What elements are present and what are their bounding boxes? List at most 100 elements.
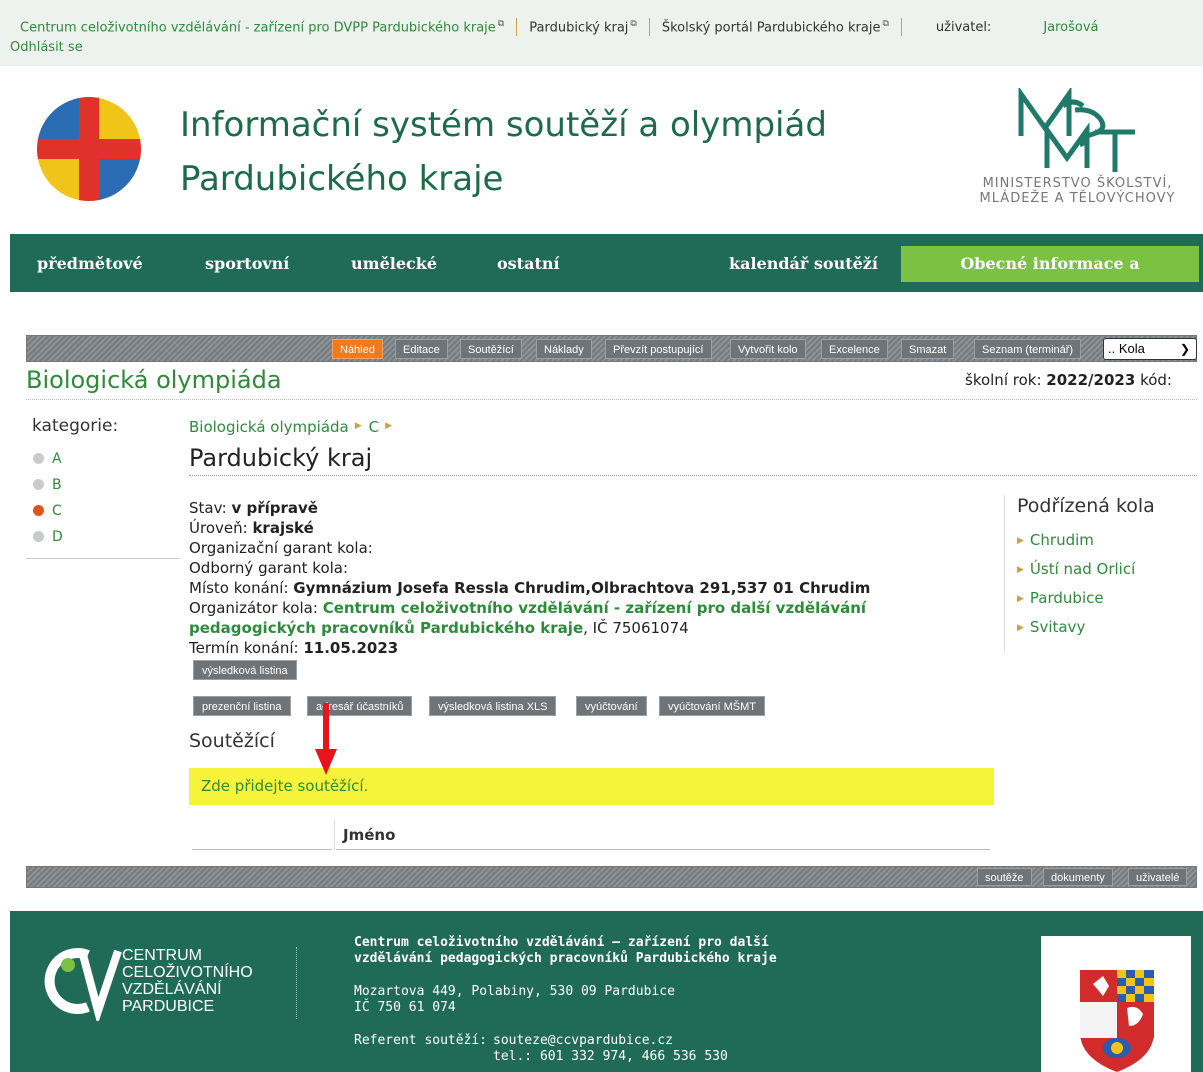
footer-email[interactable]: souteze@ccvpardubice.cz bbox=[493, 1033, 728, 1049]
caret-right-icon: ▶ bbox=[354, 421, 362, 431]
category-item-label: D bbox=[52, 529, 63, 545]
termin-value: 11.05.2023 bbox=[303, 639, 399, 657]
table-column-divider bbox=[334, 820, 335, 850]
divider bbox=[189, 475, 1197, 476]
tab-smazat[interactable]: Smazat bbox=[901, 339, 955, 359]
subround-pardubice[interactable]: ▶ Pardubice bbox=[1017, 589, 1104, 607]
caret-right-icon: ▶ bbox=[1017, 536, 1024, 546]
tab-naklady[interactable]: Náklady bbox=[536, 339, 592, 359]
category-item-a[interactable]: A bbox=[33, 451, 62, 467]
pardubice-region-logo[interactable] bbox=[37, 97, 141, 201]
link-pardubicky-kraj[interactable]: Pardubický kraj ⧉ bbox=[529, 19, 637, 35]
chevron-down-icon: ❯ bbox=[1179, 342, 1190, 356]
dokumenty-button[interactable]: dokumenty bbox=[1043, 868, 1113, 886]
nav-umelecke[interactable]: umělecké bbox=[351, 254, 437, 273]
ccv-logo-text: CENTRUM CELOŽIVOTNÍHO VZDĚLÁVÁNÍ PARDUBI… bbox=[122, 947, 253, 1015]
link-ccv-label: Centrum celoživotního vzdělávání - zaříz… bbox=[20, 20, 496, 36]
subround-svitavy[interactable]: ▶ Svitavy bbox=[1017, 618, 1085, 636]
ccv-logo[interactable]: CENTRUM CELOŽIVOTNÍHO VZDĚLÁVÁNÍ PARDUBI… bbox=[42, 941, 282, 1025]
add-competitors-notice: Zde přidejte soutěžící. bbox=[189, 768, 994, 805]
nav-kalendar[interactable]: kalendář soutěží bbox=[729, 254, 878, 273]
table-header-line bbox=[192, 849, 332, 850]
vysledkova-listina-xls-button[interactable]: výsledková listina XLS bbox=[429, 696, 557, 716]
tab-soutezici[interactable]: Soutěžící bbox=[460, 339, 522, 359]
souteze-button[interactable]: soutěže bbox=[977, 868, 1032, 886]
top-links: Centrum celoživotního vzdělávání - zaříz… bbox=[20, 18, 1099, 36]
organizator-label: Organizátor kola: bbox=[189, 599, 318, 617]
prezencni-listina-button[interactable]: prezenční listina bbox=[193, 696, 291, 716]
user-label: uživatel: bbox=[935, 19, 992, 35]
divider bbox=[516, 18, 518, 36]
link-ccv[interactable]: Centrum celoživotního vzdělávání - zaříz… bbox=[20, 19, 504, 35]
bottom-toolbar: soutěže dokumenty uživatelé bbox=[26, 866, 1197, 888]
bullet-icon bbox=[33, 531, 44, 542]
vyuctovani-msmt-button[interactable]: vyúčtování MŠMT bbox=[659, 696, 766, 716]
misto-row: Místo konání: Gymnázium Josefa Ressla Ch… bbox=[189, 578, 979, 598]
logout-link[interactable]: Odhlásit se bbox=[10, 40, 83, 55]
footer-referent-contact: souteze@ccvpardubice.cz tel.: 601 332 97… bbox=[493, 1033, 728, 1065]
subrounds-heading: Podřízená kola bbox=[1017, 495, 1155, 517]
kola-select[interactable]: .. Kola ❯ bbox=[1103, 338, 1197, 360]
nav-ostatni[interactable]: ostatní bbox=[497, 254, 560, 273]
breadcrumb-subject[interactable]: Biologická olympiáda bbox=[189, 418, 349, 436]
subrounds-panel: Podřízená kola ▶ Chrudim ▶ Ústí nad Orlicí… bbox=[1004, 495, 1203, 653]
site-title-line1: Informační systém soutěží a olympiád bbox=[180, 105, 827, 145]
column-header-jmeno[interactable]: Jméno bbox=[343, 826, 395, 844]
tab-nahled[interactable]: Náhled bbox=[332, 339, 383, 359]
subround-label: Pardubice bbox=[1029, 589, 1104, 607]
termin-row: Termín konání: 11.05.2023 bbox=[189, 638, 979, 658]
vysledkova-listina-button[interactable]: výsledková listina bbox=[193, 660, 297, 680]
tab-seznam-terminar[interactable]: Seznam (terminář) bbox=[974, 339, 1082, 359]
divider bbox=[296, 947, 297, 1019]
uzivatele-button[interactable]: uživatelé bbox=[1128, 868, 1188, 886]
category-item-c[interactable]: C bbox=[33, 503, 62, 519]
external-link-icon: ⧉ bbox=[630, 18, 637, 29]
link-skolsky-portal[interactable]: Školský portál Pardubického kraje ⧉ bbox=[662, 19, 889, 35]
subround-chrudim[interactable]: ▶ Chrudim bbox=[1017, 531, 1094, 549]
coat-of-arms-logo[interactable] bbox=[1041, 936, 1191, 1072]
external-link-icon: ⧉ bbox=[497, 18, 505, 29]
tab-excelence[interactable]: Excelence bbox=[821, 339, 888, 359]
nav-obecne-informace[interactable]: Obecné informace a aktuality bbox=[901, 246, 1199, 309]
tab-vytvorit-kolo[interactable]: Vytvořit kolo bbox=[730, 339, 806, 359]
footer-referent-label: Referent soutěží: bbox=[354, 1033, 488, 1048]
stav-value: v přípravě bbox=[231, 499, 318, 517]
tab-prevzit-postupujici[interactable]: Převzít postupující bbox=[605, 339, 712, 359]
misto-label: Místo konání: bbox=[189, 579, 289, 597]
divider bbox=[900, 18, 902, 36]
site-title-line2: Pardubického kraje bbox=[180, 159, 504, 199]
category-item-d[interactable]: D bbox=[33, 529, 63, 545]
subround-label: Chrudim bbox=[1029, 531, 1094, 549]
link-portal-label: Školský portál Pardubického kraje bbox=[661, 20, 881, 36]
vyuctovani-button[interactable]: vyúčtování bbox=[576, 696, 647, 716]
category-item-b[interactable]: B bbox=[33, 477, 62, 493]
add-competitors-link[interactable]: Zde přidejte soutěžící. bbox=[201, 777, 368, 795]
msmt-logo[interactable]: MINISTERSTVO ŠKOLSTVÍ, MLÁDEŽE A TĚLOVÝC… bbox=[955, 86, 1200, 213]
termin-label: Termín konání: bbox=[189, 639, 299, 657]
table-header-line bbox=[336, 849, 990, 850]
school-year: školní rok: 2022/2023 kód: bbox=[965, 371, 1172, 389]
uroven-value: krajské bbox=[252, 519, 314, 537]
caret-right-icon: ▶ bbox=[1017, 623, 1024, 633]
divider bbox=[26, 558, 180, 559]
footer-address: Mozartova 449, Polabiny, 530 09 Pardubic… bbox=[354, 984, 675, 1016]
caret-right-icon: ▶ bbox=[1017, 565, 1024, 575]
top-bar: Centrum celoživotního vzdělávání - zaříz… bbox=[0, 0, 1203, 66]
bullet-icon bbox=[33, 479, 44, 490]
admin-toolbar: Náhled Editace Soutěžící Náklady Převzít… bbox=[26, 335, 1197, 362]
ccv-line2: CELOŽIVOTNÍHO bbox=[122, 964, 253, 981]
page-title: Pardubický kraj bbox=[189, 444, 373, 472]
breadcrumb: Biologická olympiáda ▶ C ▶ bbox=[189, 418, 399, 436]
stav-label: Stav: bbox=[189, 499, 227, 517]
footer: CENTRUM CELOŽIVOTNÍHO VZDĚLÁVÁNÍ PARDUBI… bbox=[10, 911, 1203, 1072]
divider bbox=[648, 18, 650, 36]
tab-editace[interactable]: Editace bbox=[395, 339, 448, 359]
divider bbox=[26, 399, 1197, 400]
ministry-line2: MLÁDEŽE A TĚLOVÝCHOVY bbox=[979, 191, 1176, 206]
breadcrumb-category[interactable]: C bbox=[369, 418, 379, 436]
subround-usti-nad-orlici[interactable]: ▶ Ústí nad Orlicí bbox=[1017, 560, 1135, 578]
category-item-label: A bbox=[52, 451, 62, 467]
user-name-link[interactable]: Jarošová bbox=[1043, 20, 1098, 35]
nav-predmetove[interactable]: předmětové bbox=[37, 254, 143, 273]
nav-sportovni[interactable]: sportovní bbox=[205, 254, 289, 273]
